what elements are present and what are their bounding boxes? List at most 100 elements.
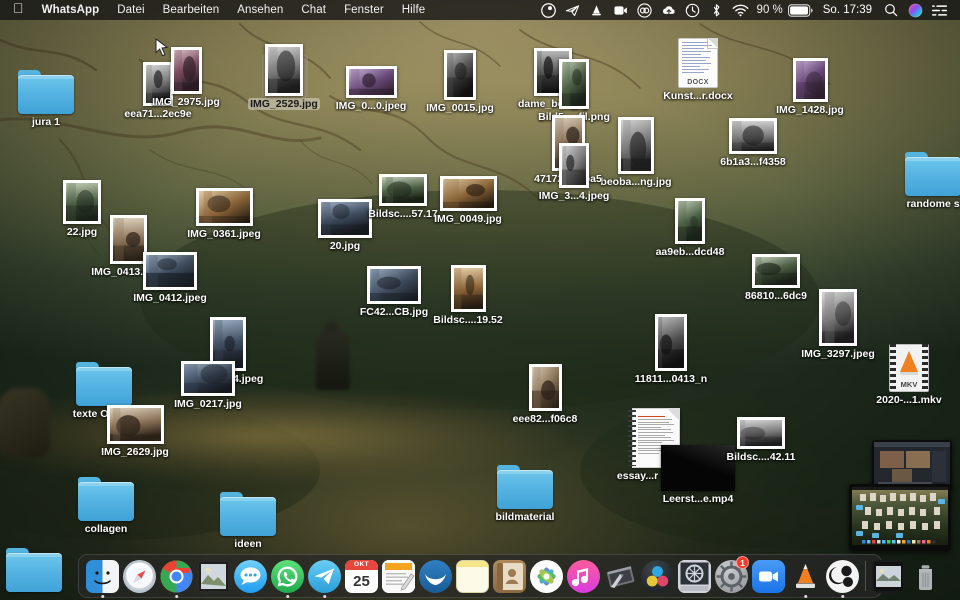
menu-bar-left[interactable]:  WhatsApp Datei Bearbeiten Ansehen Chat… bbox=[7, 0, 434, 20]
desktop-icon[interactable]: ideen bbox=[200, 470, 296, 550]
menu-item-bearbeiten[interactable]: Bearbeiten bbox=[154, 0, 229, 20]
desktop-icon[interactable]: 6b1a3...f4358 bbox=[705, 88, 801, 168]
dock-item-itunes[interactable] bbox=[565, 557, 602, 595]
photo-thumbnail bbox=[675, 198, 705, 244]
desktop-icon[interactable]: 11811...0413_n bbox=[623, 305, 719, 385]
photo-thumbnail bbox=[107, 405, 164, 444]
desktop-icon-thumbnail bbox=[323, 32, 419, 98]
desktop-icon[interactable]: collagen bbox=[58, 455, 154, 535]
mkv-file-icon: MKV bbox=[889, 344, 929, 392]
dock-item-zoom[interactable] bbox=[750, 557, 787, 595]
dock-corner-folder[interactable] bbox=[6, 548, 62, 592]
menu-item-chat[interactable]: Chat bbox=[292, 0, 335, 20]
docx-file-icon: DOCX bbox=[678, 38, 718, 88]
desktop-icon-label: IMG_0217.jpg bbox=[172, 398, 244, 410]
apple-logo-icon[interactable]:  bbox=[7, 0, 33, 20]
desktop-icon-thumbnail bbox=[420, 246, 516, 312]
desktop-icon[interactable]: IMG_0049.jpg bbox=[420, 145, 516, 225]
desktop-icon-thumbnail bbox=[0, 48, 94, 114]
running-indicator bbox=[841, 595, 845, 599]
dock-item-obs[interactable] bbox=[824, 557, 861, 595]
desktop-icon[interactable]: IMG_2529.jpg bbox=[236, 30, 332, 110]
dock-item-iphoto[interactable] bbox=[676, 557, 713, 595]
desktop-icon-label: IMG_3...4.jpeg bbox=[537, 190, 612, 202]
desktop-icon[interactable]: IMG_0217.jpg bbox=[160, 330, 256, 410]
dock-item-preview[interactable] bbox=[195, 557, 232, 595]
dock-separator bbox=[865, 561, 866, 591]
obs-icon[interactable] bbox=[537, 0, 561, 20]
menu-bar-clock[interactable]: So. 17:39 bbox=[814, 4, 879, 16]
telegram-icon[interactable] bbox=[561, 0, 585, 20]
folder-icon bbox=[905, 152, 960, 196]
dock-item-calendar[interactable]: OKT 25 bbox=[343, 557, 380, 595]
folder-lip bbox=[18, 75, 74, 79]
dock[interactable]: OKT 25 bbox=[78, 554, 882, 598]
dock-item-contacts[interactable] bbox=[491, 557, 528, 595]
desktop-screenshot[interactable] bbox=[849, 484, 951, 551]
desktop-icon[interactable]: IMG_0...0.jpeg bbox=[323, 32, 419, 112]
desktop-icon-thumbnail bbox=[160, 330, 256, 396]
dock-item-finder[interactable] bbox=[84, 557, 121, 595]
folder-icon bbox=[497, 465, 553, 509]
desktop-screenshot-image bbox=[852, 487, 948, 545]
desktop-icon[interactable]: bildmaterial bbox=[477, 443, 573, 523]
battery-icon[interactable] bbox=[787, 0, 814, 20]
desktop-icon[interactable]: IMG_3...4.jpeg bbox=[526, 122, 622, 202]
desktop-icon[interactable]: eee82...f06c8 bbox=[497, 345, 593, 425]
dock-item-messages[interactable] bbox=[232, 557, 269, 595]
calendar-month-label: OKT bbox=[345, 560, 378, 570]
dock-item-telegram[interactable] bbox=[306, 557, 343, 595]
desktop-icon[interactable]: IMG_0361.jpeg bbox=[176, 160, 272, 240]
folder-lip bbox=[76, 367, 132, 371]
desktop-icon[interactable]: MKV 2020-...1.mkv bbox=[861, 326, 957, 406]
desktop-icon[interactable]: aa9eb...dcd48 bbox=[642, 178, 738, 258]
desktop-icon-label: jura 1 bbox=[30, 116, 62, 128]
dock-item-pages[interactable] bbox=[380, 557, 417, 595]
dock-item-davinci-resolve[interactable] bbox=[639, 557, 676, 595]
running-indicator bbox=[101, 595, 105, 599]
dock-item-whatsapp[interactable] bbox=[269, 557, 306, 595]
desktop-icon[interactable]: Bildsc....42.11 bbox=[713, 383, 809, 463]
desktop-icon-label: IMG_0361.jpeg bbox=[185, 228, 263, 240]
dock-item-notes[interactable] bbox=[454, 557, 491, 595]
wifi-icon[interactable] bbox=[729, 0, 753, 20]
dock-item-safari[interactable] bbox=[121, 557, 158, 595]
desktop-icon[interactable]: Bildsc....19.52 bbox=[420, 246, 516, 326]
menu-item-ansehen[interactable]: Ansehen bbox=[228, 0, 292, 20]
menu-bar-status-area[interactable]: 90 % So. 17:39 bbox=[537, 0, 953, 20]
folder-icon bbox=[220, 492, 276, 536]
desktop-icon[interactable]: jura 1 bbox=[0, 48, 94, 128]
control-center-icon[interactable] bbox=[927, 0, 951, 20]
desktop-icon[interactable]: randome s bbox=[885, 130, 960, 210]
dock-item-openoffice[interactable] bbox=[417, 557, 454, 595]
bluetooth-icon[interactable] bbox=[705, 0, 729, 20]
menu-item-datei[interactable]: Datei bbox=[108, 0, 153, 20]
desktop-icon-label: IMG_2529.jpg bbox=[248, 98, 320, 110]
dock-item-system-preferences[interactable]: 1 bbox=[713, 557, 750, 595]
dock-item-photos[interactable] bbox=[528, 557, 565, 595]
desktop-icon[interactable]: IMG_2975.jpg bbox=[138, 28, 234, 108]
desktop-icon-label: randome s bbox=[904, 198, 960, 210]
dock-item-trash[interactable] bbox=[907, 557, 944, 595]
desktop[interactable]: jura 1 eea71...2ec9e IMG_2975.jpg IMG_25… bbox=[0, 0, 960, 600]
spotlight-search-icon[interactable] bbox=[879, 0, 903, 20]
cloud-upload-icon[interactable] bbox=[657, 0, 681, 20]
photo-thumbnail bbox=[181, 361, 235, 396]
creative-cloud-icon[interactable] bbox=[633, 0, 657, 20]
time-machine-icon[interactable] bbox=[681, 0, 705, 20]
dock-item-vlc[interactable] bbox=[787, 557, 824, 595]
menu-item-fenster[interactable]: Fenster bbox=[335, 0, 393, 20]
menu-bar[interactable]:  WhatsApp Datei Bearbeiten Ansehen Chat… bbox=[0, 0, 960, 20]
menu-item-hilfe[interactable]: Hilfe bbox=[393, 0, 435, 20]
desktop-icon[interactable]: IMG_0015.jpg bbox=[412, 34, 508, 114]
mouse-pointer bbox=[155, 38, 169, 58]
dock-item-chrome[interactable] bbox=[158, 557, 195, 595]
vlc-icon[interactable] bbox=[585, 0, 609, 20]
desktop-icon-label: IMG_0015.jpg bbox=[424, 102, 496, 114]
dock-item-downloads-stack[interactable] bbox=[870, 557, 907, 595]
dock-item-imovie[interactable] bbox=[602, 557, 639, 595]
photo-thumbnail bbox=[171, 47, 202, 94]
menu-app-name[interactable]: WhatsApp bbox=[33, 0, 109, 20]
screen-recorder-icon[interactable] bbox=[609, 0, 633, 20]
siri-icon[interactable] bbox=[903, 0, 927, 20]
